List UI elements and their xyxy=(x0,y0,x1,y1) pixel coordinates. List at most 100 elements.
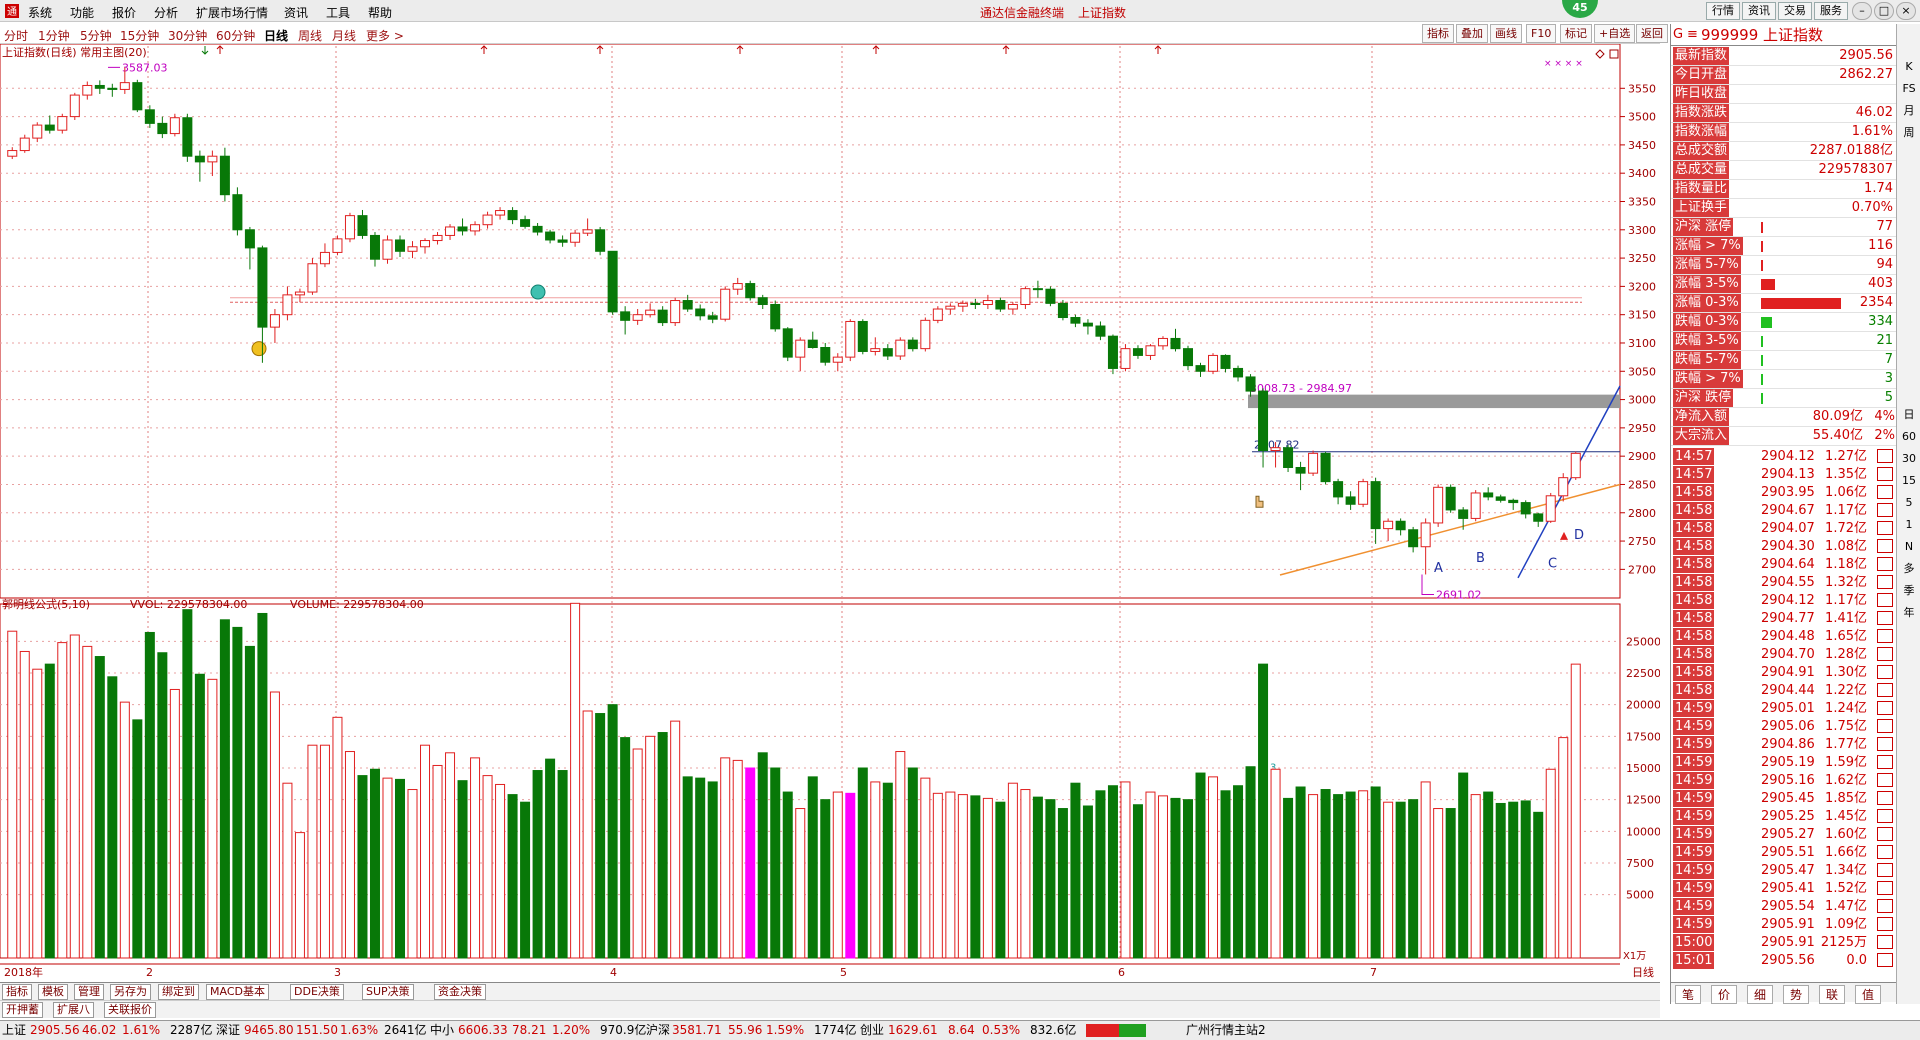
notification-badge[interactable]: 45 xyxy=(1562,0,1598,18)
top-button-service[interactable]: 服务 xyxy=(1814,2,1848,20)
period-tab-intraday[interactable]: 分时 xyxy=(4,27,28,44)
top-button-info[interactable]: 资讯 xyxy=(1742,2,1776,20)
candle-body xyxy=(457,226,468,232)
period-tab-monthly[interactable]: 月线 xyxy=(332,27,356,44)
tick-amount: 1.59亿 xyxy=(1825,755,1867,770)
tool-overlay-button[interactable]: 叠加 xyxy=(1456,24,1488,43)
period-tab-30min[interactable]: 30分钟 xyxy=(168,27,207,44)
indicator-tab[interactable]: 资金决策 xyxy=(434,984,486,1000)
extra-tab[interactable]: 扩展八 xyxy=(53,1002,94,1018)
indicator-tab[interactable]: 指标 xyxy=(2,984,32,1000)
side-tool-0[interactable]: K xyxy=(1899,58,1919,76)
quote-panel-tab[interactable]: 势 xyxy=(1783,985,1810,1004)
quote-panel-tab[interactable]: 笔 xyxy=(1675,985,1702,1004)
menu-system[interactable]: 系统 xyxy=(28,4,52,21)
quote-panel-tab[interactable]: 细 xyxy=(1747,985,1774,1004)
tick-amount: 1.35亿 xyxy=(1825,467,1867,482)
tool-back-button[interactable]: 返回 xyxy=(1636,24,1668,43)
indicator-tab[interactable]: SUP决策 xyxy=(362,984,414,1000)
tick-time: 14:58 xyxy=(1673,610,1715,627)
date-tick-label: 5 xyxy=(840,966,847,979)
period-tab-daily[interactable]: 日线 xyxy=(264,27,288,44)
tick-time: 15:00 xyxy=(1673,934,1715,951)
volume-bar xyxy=(695,777,706,959)
tick-price: 2905.54 xyxy=(1761,899,1815,914)
volume-bar xyxy=(895,751,906,959)
tick-row: 14:58 2904.70 1.28亿 xyxy=(1671,646,1897,664)
side-tool-6[interactable]: 30 xyxy=(1899,450,1919,468)
extra-tab[interactable]: 开押蓄 xyxy=(2,1002,43,1018)
tool-indicator-button[interactable]: 指标 xyxy=(1422,24,1454,43)
indicator-tab[interactable]: DDE决策 xyxy=(290,984,344,1000)
tool-add-watchlist-button[interactable]: +自选 xyxy=(1594,24,1636,43)
candle-body xyxy=(182,117,193,157)
tool-f10-button[interactable]: F10 xyxy=(1526,24,1557,43)
period-tab-1min[interactable]: 1分钟 xyxy=(38,27,70,44)
maximize-icon[interactable]: □ xyxy=(1874,2,1894,20)
menu-extended-market[interactable]: 扩展市场行情 xyxy=(196,4,268,21)
candle-body xyxy=(995,300,1006,310)
tool-draw-button[interactable]: 画线 xyxy=(1490,24,1522,43)
side-tool-11[interactable]: 多 xyxy=(1899,560,1919,578)
volume-bar xyxy=(1245,766,1256,959)
period-tab-weekly[interactable]: 周线 xyxy=(298,27,322,44)
menu-help[interactable]: 帮助 xyxy=(368,4,392,21)
candle-body xyxy=(1345,496,1356,505)
side-tool-13[interactable]: 年 xyxy=(1899,604,1919,622)
side-tool-4[interactable]: 日 xyxy=(1899,406,1919,424)
candle-body xyxy=(920,319,931,350)
indicator-tab[interactable]: 管理 xyxy=(74,984,104,1000)
quote-panel-tab[interactable]: 联 xyxy=(1819,985,1846,1004)
menu-tools[interactable]: 工具 xyxy=(326,4,350,21)
side-tool-8[interactable]: 5 xyxy=(1899,494,1919,512)
side-tool-10[interactable]: N xyxy=(1899,538,1919,556)
tick-row: 14:58 2903.95 1.06亿 xyxy=(1671,484,1897,502)
candle xyxy=(219,147,230,202)
side-tool-2[interactable]: 月 xyxy=(1899,102,1919,120)
vvol-title: VVOL: 229578304.00 xyxy=(130,598,247,611)
extra-tab[interactable]: 关联报价 xyxy=(104,1002,156,1018)
candle xyxy=(1320,451,1331,485)
minimize-icon[interactable]: – xyxy=(1852,2,1872,20)
quote-panel-tab[interactable]: 价 xyxy=(1711,985,1738,1004)
indicator-tab[interactable]: MACD基本 xyxy=(206,984,269,1000)
indicator-tab[interactable]: 另存为 xyxy=(110,984,151,1000)
volume-bar xyxy=(845,792,856,959)
candle-body xyxy=(1433,486,1444,524)
side-tool-12[interactable]: 季 xyxy=(1899,582,1919,600)
info-event-icon[interactable] xyxy=(251,341,267,357)
menu-function[interactable]: 功能 xyxy=(70,4,94,21)
side-tool-7[interactable]: 15 xyxy=(1899,472,1919,490)
top-button-market[interactable]: 行情 xyxy=(1706,2,1740,20)
close-icon[interactable]: × xyxy=(1896,2,1916,20)
indicator-tab[interactable]: 模板 xyxy=(38,984,68,1000)
tick-row: 15:00 2905.91 2125万 xyxy=(1671,934,1897,952)
period-tab-5min[interactable]: 5分钟 xyxy=(80,27,112,44)
menu-info[interactable]: 资讯 xyxy=(284,4,308,21)
quote-row: 指数涨跌 46.02 xyxy=(1671,104,1897,123)
menu-quote[interactable]: 报价 xyxy=(112,4,136,21)
period-tab-60min[interactable]: 60分钟 xyxy=(216,27,255,44)
tool-mark-button[interactable]: 标记 xyxy=(1560,24,1592,43)
candle-body xyxy=(732,283,743,290)
tick-flag-icon xyxy=(1877,647,1893,661)
side-tool-3[interactable]: 周 xyxy=(1899,124,1919,142)
chart-close-markers[interactable]: × × × × xyxy=(1544,59,1583,69)
period-tab-more[interactable]: 更多 > xyxy=(366,27,404,44)
menu-analysis[interactable]: 分析 xyxy=(154,4,178,21)
smiley-event-icon[interactable] xyxy=(530,284,546,300)
volume-bar xyxy=(582,710,593,959)
side-tool-9[interactable]: 1 xyxy=(1899,516,1919,534)
candle-body xyxy=(870,348,881,352)
tick-row: 14:58 2904.44 1.22亿 xyxy=(1671,682,1897,700)
price-tick-label: 2900 xyxy=(1628,450,1656,463)
period-tab-15min[interactable]: 15分钟 xyxy=(120,27,159,44)
indicator-tab[interactable]: 绑定到 xyxy=(158,984,199,1000)
side-tool-1[interactable]: FS xyxy=(1899,80,1919,98)
quote-panel-tab[interactable]: 值 xyxy=(1855,985,1882,1004)
top-button-trade[interactable]: 交易 xyxy=(1778,2,1812,20)
tick-price: 2905.47 xyxy=(1761,863,1815,878)
side-tool-5[interactable]: 60 xyxy=(1899,428,1919,446)
tick-row: 14:58 2904.64 1.18亿 xyxy=(1671,556,1897,574)
kline-chart[interactable]: 3550350034503400335033003250320031503100… xyxy=(0,44,1660,982)
